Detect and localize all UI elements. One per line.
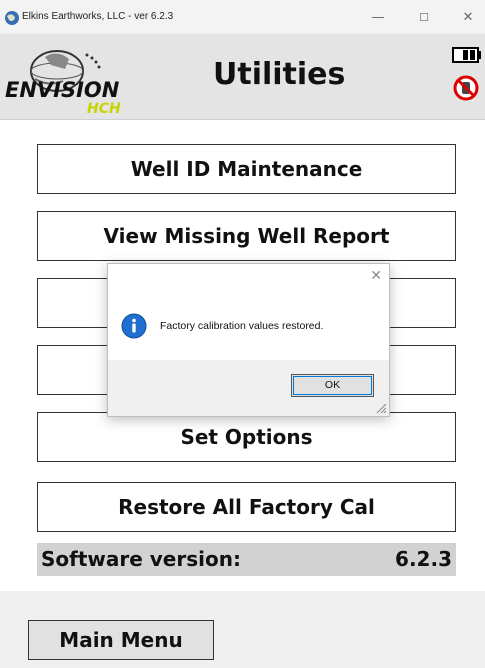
set-options-button[interactable]: Set Options <box>37 412 456 462</box>
dialog-close-button[interactable]: ✕ <box>370 267 382 284</box>
no-signal-icon <box>453 75 479 101</box>
title-bar: Elkins Earthworks, LLC - ver 6.2.3 — ☐ ✕ <box>0 0 485 35</box>
info-icon <box>121 313 147 339</box>
svg-text:HCH: HCH <box>87 101 121 117</box>
dialog-footer: OK <box>108 360 389 416</box>
svg-text:ENVISION: ENVISION <box>5 78 120 102</box>
window-title: Elkins Earthworks, LLC - ver 6.2.3 <box>22 11 174 22</box>
main-menu-button[interactable]: Main Menu <box>28 620 214 660</box>
dialog-message: Factory calibration values restored. <box>160 320 324 332</box>
dialog-body: Factory calibration values restored. <box>108 293 389 359</box>
software-version-bar: Software version: 6.2.3 <box>37 543 456 576</box>
app-header: ENVISION HCH Utilities <box>0 35 485 120</box>
message-dialog: ✕ Factory calibration values restored. O… <box>107 263 390 417</box>
well-id-maintenance-button[interactable]: Well ID Maintenance <box>37 144 456 194</box>
app-icon <box>5 11 19 25</box>
ok-button[interactable]: OK <box>291 374 374 397</box>
view-missing-well-report-button[interactable]: View Missing Well Report <box>37 211 456 261</box>
maximize-button[interactable]: ☐ <box>409 7 439 29</box>
envision-logo: ENVISION HCH <box>5 35 140 119</box>
software-version-label: Software version: <box>41 547 241 571</box>
restore-all-factory-cal-button[interactable]: Restore All Factory Cal <box>37 482 456 532</box>
close-button[interactable]: ✕ <box>453 7 483 29</box>
battery-icon <box>452 47 481 63</box>
page-title: Utilities <box>213 57 346 92</box>
software-version-value: 6.2.3 <box>395 547 452 571</box>
minimize-button[interactable]: — <box>363 7 393 29</box>
resize-grip-icon[interactable] <box>375 402 387 414</box>
